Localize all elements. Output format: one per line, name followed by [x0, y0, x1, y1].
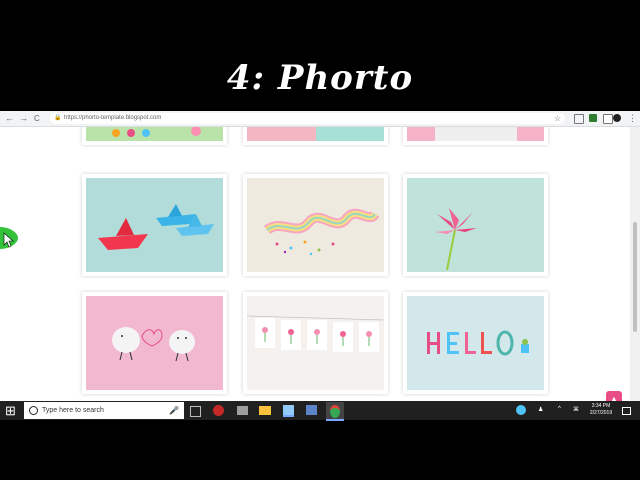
photo-rainbow-ribbon[interactable] — [247, 178, 384, 272]
photo-hello-letters[interactable] — [407, 296, 544, 390]
photo-card[interactable] — [243, 174, 388, 276]
network-icon[interactable]: ⌘ — [573, 406, 579, 413]
video-title: 4: Phorto — [226, 58, 414, 98]
extension-icon-3[interactable] — [603, 114, 613, 124]
photo-card[interactable] — [82, 127, 227, 145]
photo-paper-boats[interactable] — [86, 178, 223, 272]
page-scrollbar[interactable] — [630, 127, 640, 401]
page-content: ▲ — [0, 127, 630, 401]
photo-card[interactable] — [403, 292, 548, 394]
taskbar-search-box[interactable]: Type here to search 🎤 — [24, 402, 184, 419]
photo-card[interactable] — [243, 292, 388, 394]
photo-card[interactable] — [82, 292, 227, 394]
profile-avatar[interactable] — [613, 114, 621, 122]
file-explorer-icon[interactable] — [259, 406, 271, 415]
photo-card[interactable] — [243, 127, 388, 145]
search-icon — [29, 406, 38, 415]
photo-hanging-drawings[interactable] — [247, 296, 384, 390]
photo-card[interactable] — [403, 174, 548, 276]
extension-icon-2[interactable] — [589, 114, 597, 122]
recorder-app-icon[interactable] — [213, 405, 224, 416]
photo-paper-flower[interactable] — [407, 178, 544, 272]
photo-top-right-partial[interactable] — [407, 127, 544, 141]
search-placeholder[interactable]: Type here to search — [42, 402, 104, 419]
cursor-highlight — [0, 227, 18, 249]
start-button[interactable]: ⊞ — [5, 401, 16, 420]
weather-tray-icon[interactable] — [516, 405, 526, 415]
scrollbar-thumb[interactable] — [633, 222, 637, 332]
notification-center-icon[interactable] — [622, 407, 631, 415]
photo-top-left-partial[interactable] — [86, 127, 223, 141]
forward-icon[interactable]: → — [19, 112, 28, 125]
app-icon-3[interactable] — [237, 406, 248, 415]
reload-icon[interactable]: C — [34, 112, 40, 125]
people-tray-icon[interactable]: ♟ — [538, 406, 543, 413]
show-hidden-icons[interactable]: ^ — [558, 406, 561, 412]
address-bar[interactable]: 🔒 https://phorto-template.blogspot.com ☆ — [50, 113, 565, 124]
photo-pebble-characters[interactable] — [86, 296, 223, 390]
extension-icon-1[interactable] — [574, 114, 584, 124]
clock-date: 2/27/2019 — [589, 410, 613, 416]
photo-card[interactable] — [82, 174, 227, 276]
back-icon[interactable]: ← — [5, 112, 14, 125]
microphone-icon[interactable]: 🎤 — [169, 403, 179, 418]
app-icon-6[interactable] — [306, 405, 317, 415]
browser-menu-icon[interactable]: ⋮ — [628, 112, 637, 125]
chrome-taskbar-icon[interactable] — [326, 402, 344, 421]
browser-window: ← → C 🔒 https://phorto-template.blogspot… — [0, 111, 640, 401]
lock-icon: 🔒 — [54, 115, 62, 121]
scroll-to-top-button[interactable]: ▲ — [606, 391, 622, 401]
task-view-icon[interactable] — [190, 406, 201, 417]
app-icon-5[interactable] — [283, 405, 294, 417]
bookmark-star-icon[interactable]: ☆ — [554, 113, 561, 124]
url-text[interactable]: https://phorto-template.blogspot.com — [64, 113, 161, 124]
windows-taskbar: ⊞ Type here to search 🎤 ♟ ^ ⌘ 3:34 PM 2/… — [0, 401, 640, 421]
clock[interactable]: 3:34 PM 2/27/2019 — [588, 403, 614, 417]
clock-time: 3:34 PM — [591, 403, 611, 409]
photo-card[interactable] — [403, 127, 548, 145]
photo-top-middle-partial[interactable] — [247, 127, 384, 141]
browser-toolbar: ← → C 🔒 https://phorto-template.blogspot… — [0, 111, 640, 127]
